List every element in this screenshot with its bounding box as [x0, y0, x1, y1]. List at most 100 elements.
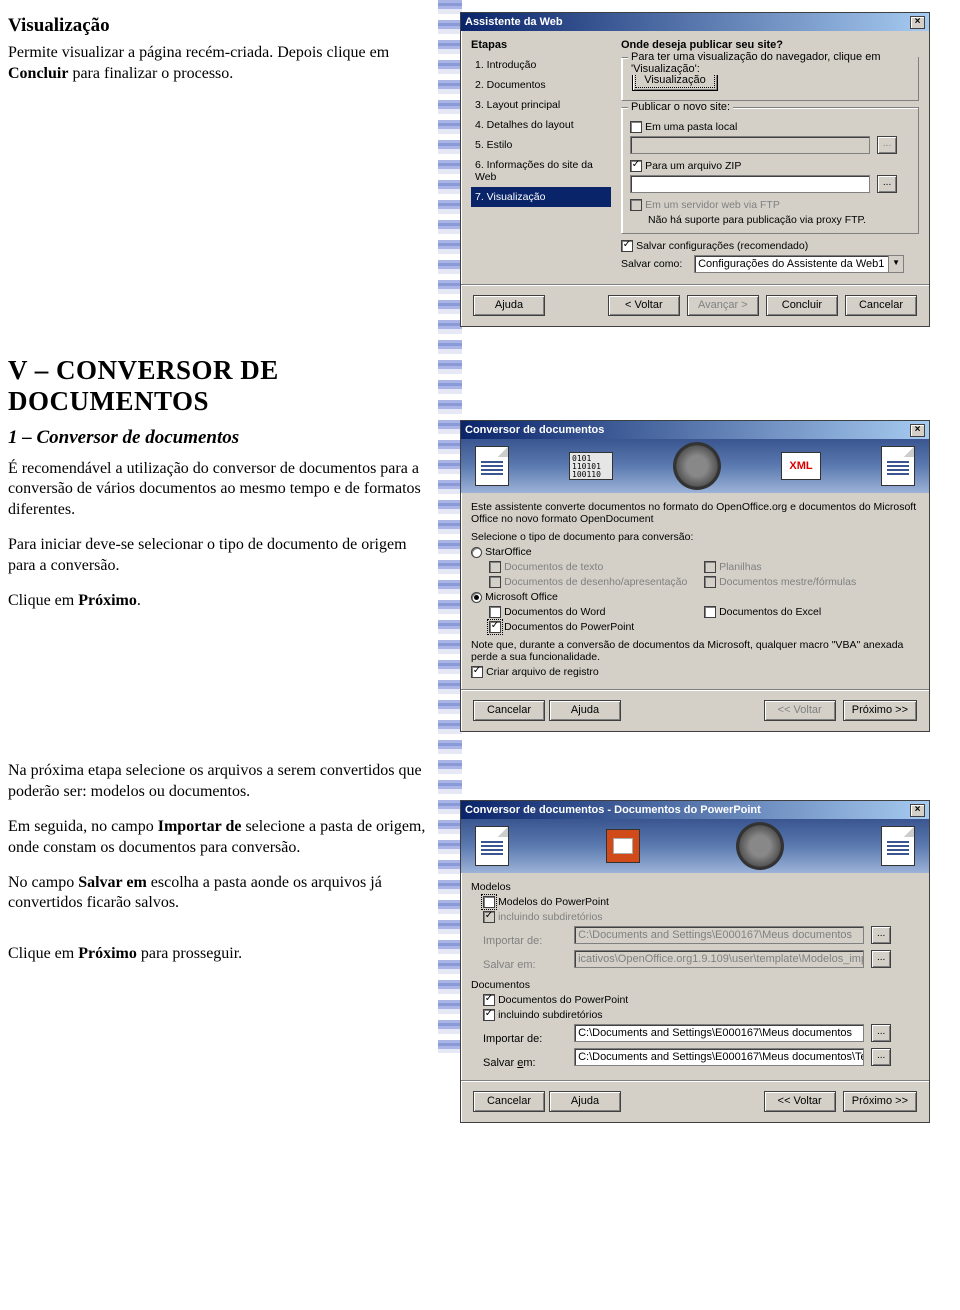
checkbox-save-config[interactable]	[621, 240, 633, 252]
back-button[interactable]: << Voltar	[764, 1091, 836, 1112]
checkbox-ppt-docs[interactable]	[483, 994, 495, 1006]
section2-p3: Clique em Próximo.	[8, 591, 430, 612]
checkbox-excel[interactable]	[704, 606, 716, 618]
dialog-converter-powerpoint: Conversor de documentos - Documentos do …	[460, 800, 930, 1123]
section3-p3: No campo Salvar em escolha a pasta aonde…	[8, 873, 445, 915]
label-excel: Documentos do Excel	[719, 606, 821, 618]
publish-legend: Publicar o novo site:	[628, 101, 733, 113]
dialog-document-converter: Conversor de documentos × 0101 110101 10…	[460, 420, 930, 732]
vba-note: Note que, durante a conversão de documen…	[471, 639, 919, 663]
back-button: << Voltar	[764, 700, 836, 721]
label-powerpoint: Documentos do PowerPoint	[504, 621, 634, 633]
section3-p4: Clique em Próximo para prosseguir.	[8, 944, 445, 965]
next-button: Avançar >	[687, 295, 759, 316]
step-4[interactable]: 4. Detalhes do layout	[471, 115, 611, 135]
browse-import-2-button[interactable]: ...	[871, 1024, 891, 1042]
binary-chip-icon: 0101 110101 100110	[569, 452, 613, 480]
label-staroffice: StarOffice	[485, 546, 532, 558]
close-icon[interactable]: ×	[910, 804, 925, 817]
radio-staroffice[interactable]	[471, 547, 482, 558]
checkbox-local-folder[interactable]	[630, 121, 642, 133]
radio-msoffice[interactable]	[471, 592, 482, 603]
step-2[interactable]: 2. Documentos	[471, 75, 611, 95]
browse-save-2-button[interactable]: ...	[871, 1048, 891, 1066]
finish-button[interactable]: Concluir	[766, 295, 838, 316]
select-type-label: Selecione o tipo de documento para conve…	[471, 531, 919, 543]
label-subdirs-2: incluindo subdiretórios	[498, 1009, 602, 1021]
label-word: Documentos do Word	[504, 606, 605, 618]
step-1[interactable]: 1. Introdução	[471, 55, 611, 75]
local-folder-field	[630, 136, 870, 154]
section2-p2: Para iniciar deve-se selecionar o tipo d…	[8, 535, 430, 577]
close-icon[interactable]: ×	[910, 16, 925, 29]
cancel-button[interactable]: Cancelar	[473, 1091, 545, 1112]
browse-local-button[interactable]: ...	[877, 136, 897, 154]
label-zip: Para um arquivo ZIP	[645, 160, 741, 172]
chevron-down-icon: ▼	[888, 256, 903, 272]
section3-p1: Na próxima etapa selecione os arquivos a…	[8, 761, 445, 803]
save-as-label: Salvar como:	[621, 258, 691, 270]
section1-paragraph: Permite visualizar a página recém-criada…	[8, 43, 430, 85]
label-local-folder: Em uma pasta local	[645, 121, 737, 133]
cancel-button[interactable]: Cancelar	[845, 295, 917, 316]
section-title-visualizacao: Visualização	[8, 15, 430, 37]
import-label-2: Importar de:	[483, 1033, 571, 1045]
help-button[interactable]: Ajuda	[549, 700, 621, 721]
label-subdirs-1: incluindo subdiretórios	[498, 911, 602, 923]
dialog2-title: Conversor de documentos	[465, 424, 604, 436]
import-field-2[interactable]: C:\Documents and Settings\E000167\Meus d…	[574, 1024, 864, 1042]
publish-header: Onde deseja publicar seu site?	[621, 39, 919, 51]
gear-icon	[673, 442, 721, 490]
checkbox-zip[interactable]	[630, 160, 642, 172]
documents-group-label: Documentos	[471, 979, 919, 991]
browse-zip-button[interactable]: ...	[877, 175, 897, 193]
checkbox-drawing	[489, 576, 501, 588]
cancel-button[interactable]: Cancelar	[473, 700, 545, 721]
checkbox-create-log[interactable]	[471, 666, 483, 678]
label-ppt-docs: Documentos do PowerPoint	[498, 994, 628, 1006]
step-5[interactable]: 5. Estilo	[471, 135, 611, 155]
preview-legend: Para ter uma visualização do navegador, …	[628, 51, 918, 75]
browse-import-1-button[interactable]: ...	[871, 926, 891, 944]
checkbox-ftp	[630, 199, 642, 211]
checkbox-subdirs-2[interactable]	[483, 1009, 495, 1021]
section2-p1: É recomendável a utilização do conversor…	[8, 459, 430, 521]
dialog3-banner	[461, 819, 929, 873]
models-group-label: Modelos	[471, 881, 919, 893]
document-icon	[881, 826, 915, 866]
label-ftp: Em um servidor web via FTP	[645, 199, 780, 211]
label-text-docs: Documentos de texto	[504, 561, 603, 573]
save-field-2[interactable]: C:\Documents and Settings\E000167\Meus d…	[574, 1048, 864, 1066]
import-label-1: Importar de:	[483, 935, 571, 947]
checkbox-subdirs-1	[483, 911, 495, 923]
step-3[interactable]: 3. Layout principal	[471, 95, 611, 115]
dialog2-intro: Este assistente converte documentos no f…	[471, 501, 919, 525]
label-ppt-models: Modelos do PowerPoint	[498, 896, 609, 908]
help-button[interactable]: Ajuda	[549, 1091, 621, 1112]
dialog2-banner: 0101 110101 100110 XML	[461, 439, 929, 493]
next-button[interactable]: Próximo >>	[843, 700, 917, 721]
document-icon	[881, 446, 915, 486]
help-button[interactable]: Ajuda	[473, 295, 545, 316]
gear-icon	[736, 822, 784, 870]
checkbox-powerpoint[interactable]	[489, 621, 501, 633]
label-formulas: Documentos mestre/fórmulas	[719, 576, 856, 588]
checkbox-ppt-models[interactable]	[483, 896, 495, 908]
steps-label: Etapas	[471, 39, 611, 51]
document-icon	[475, 446, 509, 486]
checkbox-word[interactable]	[489, 606, 501, 618]
back-button[interactable]: < Voltar	[608, 295, 680, 316]
save-as-combo[interactable]: Configurações do Assistente da Web1▼	[694, 255, 904, 273]
close-icon[interactable]: ×	[910, 424, 925, 437]
section-title-conversor: V – CONVERSOR DE DOCUMENTOS	[8, 355, 430, 417]
label-msoffice: Microsoft Office	[485, 591, 558, 603]
step-6[interactable]: 6. Informações do site da Web	[471, 155, 611, 187]
document-icon	[475, 826, 509, 866]
checkbox-text-docs	[489, 561, 501, 573]
next-button[interactable]: Próximo >>	[843, 1091, 917, 1112]
zip-path-field[interactable]	[630, 175, 870, 193]
subsection-title: 1 – Conversor de documentos	[8, 427, 430, 449]
browse-save-1-button[interactable]: ...	[871, 950, 891, 968]
label-drawing: Documentos de desenho/apresentação	[504, 576, 687, 588]
step-7-active[interactable]: 7. Visualização	[471, 187, 611, 207]
